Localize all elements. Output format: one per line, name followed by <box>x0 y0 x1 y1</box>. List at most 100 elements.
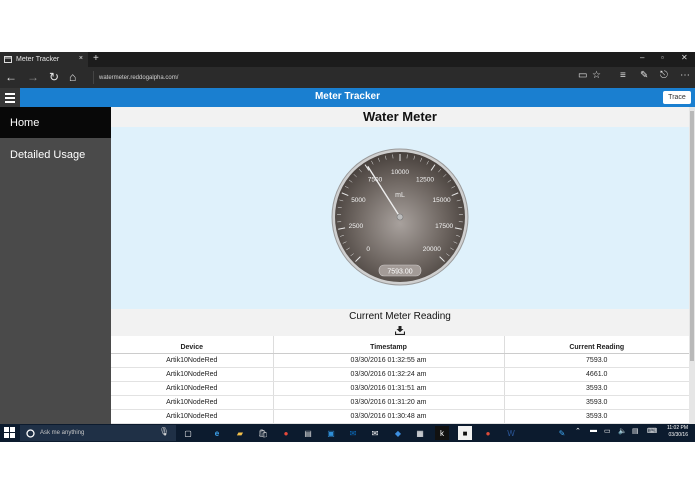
device-cell: Artik10NodeRed <box>111 381 274 396</box>
gauge-value: 7593.00 <box>387 269 412 276</box>
main-content: Water Meter 0 2500 5000 7500 10000 12500 15000… <box>111 107 689 442</box>
table-row: Artik10NodeRed 03/30/2016 01:30:48 am 35… <box>111 409 689 424</box>
mail-icon[interactable]: ✉ <box>368 426 382 440</box>
notepad-icon[interactable]: ▤ <box>301 426 315 440</box>
gauge-hub <box>396 213 404 221</box>
sidebar-item-detailed-usage[interactable]: Detailed Usage <box>0 139 111 170</box>
device-cell: Artik10NodeRed <box>111 395 274 410</box>
file-explorer-icon[interactable]: ▰ <box>233 426 247 440</box>
microphone-icon[interactable]: 🎙 <box>159 427 169 436</box>
app-icon[interactable]: ▣ <box>324 426 338 440</box>
page-icon <box>4 56 12 63</box>
new-tab-icon[interactable]: + <box>93 53 99 64</box>
windows-start-icon[interactable] <box>4 427 15 438</box>
browser-tab-title: Meter Tracker <box>16 56 60 63</box>
network-icon[interactable]: ▬ <box>590 427 597 434</box>
keyboard-icon[interactable]: ⌨ <box>647 427 657 435</box>
tray-chevron-icon[interactable]: ⌃ <box>575 427 581 435</box>
reading-cell: 4661.0 <box>504 367 689 382</box>
gauge-tick-label: 0 <box>366 246 370 253</box>
panel-title: Water Meter <box>111 107 689 127</box>
taskbar: Ask me anything 🎙 ▢ e ▰ 🛍 ● ▤ ▣ ✉ ✉ ◆ ▦ … <box>0 424 695 442</box>
cortana-search-box[interactable]: Ask me anything 🎙 <box>20 425 176 441</box>
readings-table: Device Timestamp Current Reading Artik10… <box>111 336 689 424</box>
taskbar-clock[interactable]: 11:02 PM 03/30/16 <box>663 425 688 439</box>
gauge-tick-label: 12500 <box>416 177 434 184</box>
hub-icon[interactable]: ≡ <box>620 70 626 81</box>
screen: Meter Tracker × + – ▫ ✕ ← → ↻ ⌂ watermet… <box>0 52 695 442</box>
notifications-icon[interactable]: ▤ <box>632 427 639 435</box>
k-app-icon[interactable]: k <box>435 426 449 440</box>
reading-view-icon[interactable]: ▭ <box>578 70 587 81</box>
clock-time: 11:02 PM <box>666 425 688 431</box>
column-header[interactable]: Device <box>111 336 274 354</box>
gauge-tick-label: 15000 <box>433 197 451 204</box>
column-header[interactable]: Timestamp <box>273 336 505 354</box>
browser-tab-bar: Meter Tracker × + – ▫ ✕ <box>0 52 695 67</box>
forward-icon[interactable]: → <box>27 69 39 85</box>
timestamp-cell: 03/30/2016 01:32:55 am <box>273 353 505 368</box>
search-placeholder: Ask me anything <box>40 430 85 436</box>
word-icon[interactable]: W <box>504 426 518 440</box>
device-cell: Artik10NodeRed <box>111 409 274 424</box>
gauge-unit: mL <box>395 192 405 199</box>
vs-icon[interactable]: ◆ <box>391 426 405 440</box>
action-center-icon[interactable]: ▭ <box>604 427 611 435</box>
reading-cell: 7593.0 <box>504 353 689 368</box>
maximize-icon[interactable]: ▫ <box>661 53 664 62</box>
address-url: watermeter.reddogalpha.com/ <box>99 74 179 81</box>
google-plus-icon[interactable]: ● <box>481 426 495 440</box>
reading-cell: 3593.0 <box>504 381 689 396</box>
scrollbar-thumb[interactable] <box>690 111 694 361</box>
column-header[interactable]: Current Reading <box>504 336 689 354</box>
task-view-icon[interactable]: ▢ <box>181 426 195 440</box>
web-note-icon[interactable]: ✎ <box>640 70 648 81</box>
app-title: Meter Tracker <box>314 91 381 102</box>
store-icon[interactable]: 🛍 <box>256 426 270 440</box>
reading-cell: 3593.0 <box>504 395 689 410</box>
minimize-icon[interactable]: – <box>640 53 644 62</box>
table-header-row: Device Timestamp Current Reading <box>111 336 689 354</box>
outlook-icon[interactable]: ✉ <box>346 426 360 440</box>
refresh-icon[interactable]: ↻ <box>49 69 59 85</box>
reading-title: Current Meter Reading <box>111 309 689 324</box>
clock-date: 03/30/16 <box>668 432 688 438</box>
sidebar: Home Detailed Usage <box>0 107 111 442</box>
photos-icon[interactable]: ▦ <box>413 426 427 440</box>
table-row: Artik10NodeRed 03/30/2016 01:32:24 am 46… <box>111 367 689 382</box>
back-icon[interactable]: ← <box>5 69 17 85</box>
gauge-tick-label: 10000 <box>391 169 409 176</box>
favorite-star-icon[interactable]: ☆ <box>592 70 601 81</box>
trace-button[interactable]: Trace <box>663 91 691 104</box>
window-close-icon[interactable]: ✕ <box>681 53 688 62</box>
gauge-tick-label: 17500 <box>435 223 453 230</box>
edge-icon[interactable]: e <box>210 426 224 440</box>
home-icon[interactable]: ⌂ <box>69 69 76 85</box>
page-scrollbar[interactable] <box>689 107 695 442</box>
address-bar[interactable]: watermeter.reddogalpha.com/ <box>93 71 573 84</box>
gauge-tick-label: 2500 <box>349 223 364 230</box>
pen-workspace-icon[interactable]: ✎ <box>555 426 569 440</box>
sidebar-item-label: Home <box>10 116 40 129</box>
top-margin <box>0 0 695 52</box>
timestamp-cell: 03/30/2016 01:31:51 am <box>273 381 505 396</box>
chrome-icon[interactable]: ● <box>279 426 293 440</box>
volume-icon[interactable]: 🔈 <box>618 427 627 435</box>
gauge-area: 0 2500 5000 7500 10000 12500 15000 17500 20000 m… <box>111 127 689 309</box>
sidebar-item-home[interactable]: Home <box>0 107 111 138</box>
bottom-margin <box>0 442 695 494</box>
share-icon[interactable]: ⎋ <box>660 70 668 81</box>
browser-nav-bar: ← → ↻ ⌂ watermeter.reddogalpha.com/ ▭ ☆ … <box>0 67 695 88</box>
table-row: Artik10NodeRed 03/30/2016 01:31:51 am 35… <box>111 381 689 396</box>
table-row: Artik10NodeRed 03/30/2016 01:31:20 am 35… <box>111 395 689 410</box>
tab-close-icon[interactable]: × <box>79 55 83 62</box>
timestamp-cell: 03/30/2016 01:31:20 am <box>273 395 505 410</box>
browser-tab[interactable]: Meter Tracker × <box>0 52 88 67</box>
download-icon[interactable] <box>395 325 405 335</box>
reading-cell: 3593.0 <box>504 409 689 424</box>
timestamp-cell: 03/30/2016 01:32:24 am <box>273 367 505 382</box>
app-icon-2[interactable]: ■ <box>458 426 472 440</box>
device-cell: Artik10NodeRed <box>111 367 274 382</box>
table-row: Artik10NodeRed 03/30/2016 01:32:55 am 75… <box>111 353 689 368</box>
more-icon[interactable]: ⋯ <box>680 70 690 81</box>
